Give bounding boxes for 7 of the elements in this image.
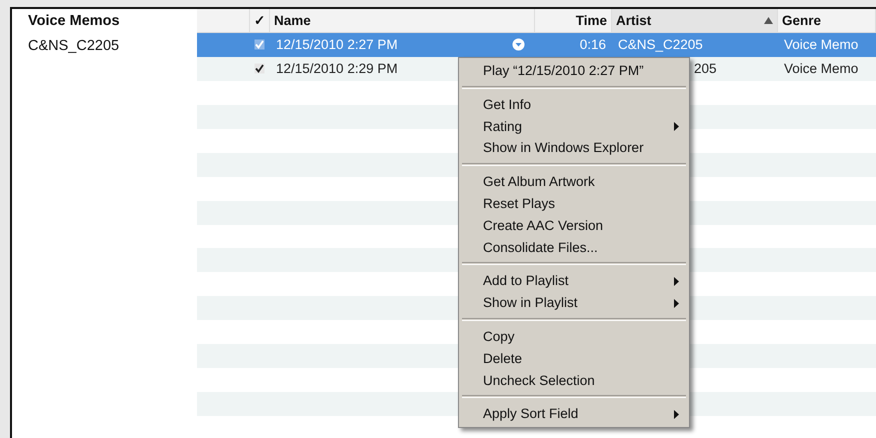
table-cell: 12/15/2010 2:29 PM — [276, 61, 398, 76]
table-cell: C&NS_C2205 — [618, 37, 703, 52]
table-cell: Voice Memo — [784, 61, 858, 76]
table-cell: Voice Memo — [784, 37, 858, 52]
table-cell: 12/15/2010 2:27 PM — [276, 37, 398, 52]
table-cell: 0:16 — [580, 37, 606, 52]
table-cell: 205 — [694, 61, 717, 76]
